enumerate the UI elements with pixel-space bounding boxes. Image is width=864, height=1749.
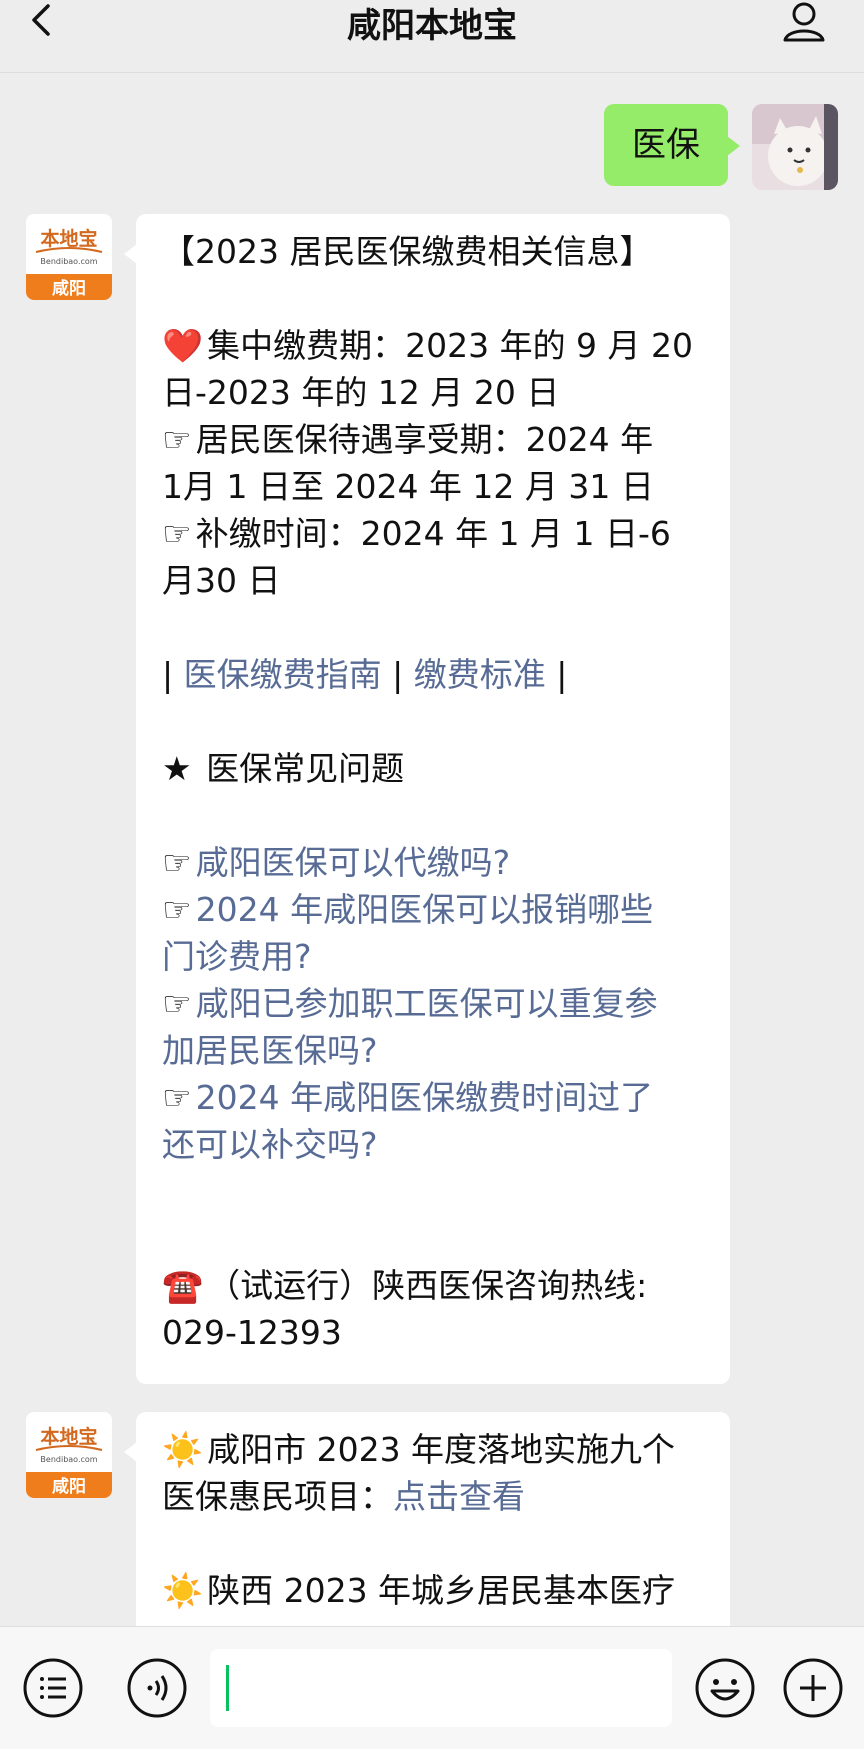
chat-title: 咸阳本地宝: [347, 6, 517, 46]
link-view-details[interactable]: 点击查看: [393, 1477, 525, 1516]
faq-link-late-payment-cont[interactable]: 还可以补交吗?: [162, 1121, 710, 1168]
pointing-hand-icon: ☞: [162, 420, 192, 459]
logo-city-text: 咸阳: [52, 278, 86, 299]
message-title: 【2023 居民医保缴费相关信息】: [162, 232, 653, 271]
logo-brand-text: 本地宝: [40, 227, 97, 250]
logo-city-text: 咸阳: [52, 1476, 86, 1497]
faq-link-late-payment[interactable]: 2024 年咸阳医保缴费时间过了: [196, 1078, 653, 1117]
benefit-period-text: 居民医保待遇享受期：2024 年: [195, 420, 654, 459]
faq-title: 医保常见问题: [206, 749, 405, 788]
logo-domain-text: Bendibao.com: [40, 257, 97, 266]
basic-medical-text: 陕西 2023 年城乡居民基本医疗: [207, 1571, 676, 1610]
profile-icon[interactable]: [780, 0, 828, 44]
bot-message-insurance-info: 【2023 居民医保缴费相关信息】 ❤️ 集中缴费期：2023 年的 9 月 20…: [124, 214, 730, 1384]
pointing-hand-icon: ☞: [162, 843, 192, 882]
plus-more-icon[interactable]: [782, 1657, 844, 1719]
faq-link-duplicate-insurance-cont[interactable]: 加居民医保吗?: [162, 1027, 710, 1074]
link-payment-guide[interactable]: 医保缴费指南: [184, 655, 382, 694]
sun-icon: ☀️: [162, 1571, 204, 1610]
heart-icon: ❤️: [162, 326, 204, 365]
faq-link-outpatient-cont[interactable]: 门诊费用?: [162, 933, 710, 980]
payment-period-text: 集中缴费期：2023 年的 9 月 20: [207, 326, 694, 365]
outgoing-message: 医保: [604, 104, 740, 186]
text-caret: [226, 1665, 229, 1711]
outgoing-bubble[interactable]: 医保: [604, 104, 740, 186]
navigation-bar: 咸阳本地宝: [0, 0, 864, 73]
faq-link-outpatient[interactable]: 2024 年咸阳医保可以报销哪些: [196, 890, 653, 929]
faq-link-proxy-payment[interactable]: 咸阳医保可以代缴吗?: [196, 843, 511, 882]
logo-domain-text: Bendibao.com: [40, 1455, 97, 1464]
bendibao-avatar[interactable]: 本地宝 Bendibao.com 咸阳: [26, 1412, 112, 1498]
bendibao-avatar[interactable]: 本地宝 Bendibao.com 咸阳: [26, 214, 112, 300]
faq-link-duplicate-insurance[interactable]: 咸阳已参加职工医保可以重复参: [196, 984, 658, 1023]
pointing-hand-icon: ☞: [162, 514, 192, 553]
input-toolbar: [0, 1626, 864, 1749]
pointing-hand-icon: ☞: [162, 890, 192, 929]
pointing-hand-icon: ☞: [162, 1078, 192, 1117]
late-payment-text-cont: 月30 日: [162, 561, 281, 600]
voice-icon[interactable]: [126, 1657, 188, 1719]
projects-text-cont: 医保惠民项目：: [162, 1477, 393, 1516]
links-row: | 医保缴费指南 | 缴费标准 |: [162, 655, 568, 694]
hotline-label: （试运行）陕西医保咨询热线:: [207, 1266, 648, 1305]
logo-brand-text: 本地宝: [40, 1425, 97, 1448]
hotline-number[interactable]: 029-12393: [162, 1309, 710, 1356]
pointing-hand-icon: ☞: [162, 984, 192, 1023]
benefit-period-text-cont: 1月 1 日至 2024 年 12 月 31 日: [162, 467, 654, 506]
star-icon: ★: [162, 749, 192, 788]
message-input[interactable]: [210, 1649, 672, 1727]
telephone-icon: ☎️: [162, 1266, 204, 1305]
emoji-icon[interactable]: [694, 1657, 756, 1719]
menu-list-icon[interactable]: [22, 1657, 84, 1719]
bot-message-projects: ☀️ 咸阳市 2023 年度落地实施九个 医保惠民项目：点击查看 ☀️ 陕西 202…: [124, 1412, 730, 1652]
projects-text: 咸阳市 2023 年度落地实施九个: [207, 1430, 676, 1469]
link-payment-standard[interactable]: 缴费标准: [414, 655, 546, 694]
user-avatar[interactable]: [752, 104, 838, 190]
late-payment-text: 补缴时间：2024 年 1 月 1 日-6: [195, 514, 671, 553]
payment-period-text-cont: 日-2023 年的 12 月 20 日: [162, 373, 560, 412]
sun-icon: ☀️: [162, 1430, 204, 1469]
